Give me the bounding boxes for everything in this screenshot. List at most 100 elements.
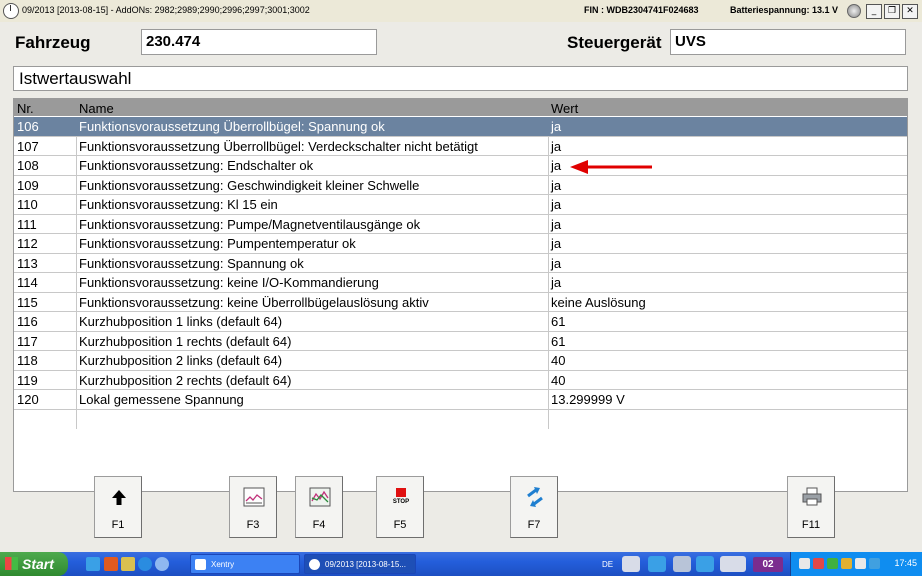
table-row[interactable]: 117 Kurzhubposition 1 rechts (default 64)… [14, 332, 907, 351]
cell-name: Funktionsvoraussetzung: Pumpentemperatur… [79, 236, 356, 251]
section-title: Istwertauswahl [13, 66, 908, 91]
start-label: Start [22, 556, 54, 572]
f7-label: F7 [527, 519, 541, 531]
clock: 17:45 [894, 558, 917, 568]
restore-button[interactable]: ❐ [884, 4, 900, 19]
table-header: Nr. Name Wert [14, 99, 907, 116]
vehicle-label: Fahrzeug [15, 33, 91, 52]
cell-nr: 120 [17, 392, 39, 407]
f11-label: F11 [801, 519, 821, 531]
stop-icon: STOP [390, 486, 412, 508]
cell-name: Funktionsvoraussetzung: Geschwindigkeit … [79, 177, 420, 193]
table-body: 106 Funktionsvoraussetzung Überrollbügel:… [14, 117, 907, 410]
cell-nr: 114 [17, 275, 38, 290]
table-row[interactable]: 119 Kurzhubposition 2 rechts (default 64)… [14, 371, 907, 390]
table-row[interactable]: 111 Funktionsvoraussetzung: Pumpe/Magnetv… [14, 215, 907, 234]
table-row[interactable]: 115 Funktionsvoraussetzung: keine Überrol… [14, 293, 907, 312]
tray-app-icon[interactable] [622, 556, 640, 572]
stop-icon-text: STOP [392, 499, 410, 505]
f7-button[interactable]: F7 [510, 476, 558, 538]
cell-nr: 113 [17, 255, 38, 271]
taskbar-item-xentry[interactable]: Xentry [190, 554, 300, 574]
table-row[interactable]: 107 Funktionsvoraussetzung Überrollbügel:… [14, 137, 907, 156]
cell-name: Funktionsvoraussetzung: keine I/O-Komman… [79, 275, 379, 290]
quicklaunch-pdf-icon[interactable] [104, 557, 118, 571]
f1-button[interactable]: F1 [94, 476, 142, 538]
cell-nr: 110 [17, 197, 38, 212]
cell-nr: 106 [17, 119, 39, 134]
cell-wert: keine Auslösung [551, 294, 646, 310]
f11-button[interactable]: F11 [787, 476, 835, 538]
quicklaunch-mail-icon[interactable] [121, 557, 135, 571]
tray-icon[interactable] [827, 558, 838, 569]
cell-wert: ja [551, 236, 562, 251]
minimize-button[interactable]: _ [866, 4, 882, 19]
multi-graph-icon [309, 487, 331, 507]
cell-nr: 107 [17, 138, 39, 154]
table-row[interactable]: 112 Funktionsvoraussetzung: Pumpentempera… [14, 234, 907, 254]
tray-icon[interactable] [799, 558, 810, 569]
tray-icon[interactable] [869, 558, 880, 569]
table-row[interactable]: 120 Lokal gemessene Spannung 13.299999 V [14, 390, 907, 410]
taskbar-item-das[interactable]: 09/2013 [2013-08-15... [304, 554, 416, 574]
main-window: Fahrzeug 230.474 Steuergerät UVS Istwert… [0, 22, 922, 552]
cell-wert: ja [551, 197, 562, 212]
close-button[interactable]: ✕ [902, 4, 918, 19]
column-header-nr: Nr. [17, 101, 34, 116]
tray-network-icon[interactable] [648, 556, 666, 572]
taskbar: Start Xentry 09/2013 [2013-08-15... DE 0… [0, 552, 922, 576]
cell-nr: 118 [17, 353, 38, 368]
f5-button[interactable]: STOP F5 [376, 476, 424, 538]
cell-wert: 13.299999 V [551, 392, 625, 407]
f3-label: F3 [246, 519, 260, 531]
f3-button[interactable]: F3 [229, 476, 277, 538]
tray-device-icon[interactable] [720, 556, 746, 572]
table-row[interactable]: 113 Funktionsvoraussetzung: Spannung ok ja [14, 254, 907, 273]
cell-wert: ja [551, 255, 562, 271]
ecu-field: UVS [670, 29, 906, 55]
language-indicator[interactable]: DE [602, 560, 613, 569]
tray-icon[interactable] [855, 558, 866, 569]
quicklaunch-desktop-icon[interactable] [86, 557, 100, 571]
windows-flag-icon [5, 557, 18, 570]
cell-wert: 40 [551, 372, 566, 388]
cell-name: Funktionsvoraussetzung: Kl 15 ein [79, 197, 278, 212]
tray-icon[interactable] [813, 558, 824, 569]
f4-label: F4 [312, 519, 326, 531]
table-row[interactable]: 110 Funktionsvoraussetzung: Kl 15 ein ja [14, 195, 907, 215]
arrow-up-icon [112, 490, 126, 505]
table-row[interactable]: 116 Kurzhubposition 1 links (default 64) 6… [14, 312, 907, 332]
tray-icon[interactable] [841, 558, 852, 569]
quicklaunch-media-icon[interactable] [155, 557, 169, 571]
cell-name: Funktionsvoraussetzung: Endschalter ok [79, 158, 314, 173]
table-row[interactable]: 109 Funktionsvoraussetzung: Geschwindigke… [14, 176, 907, 195]
cell-name: Funktionsvoraussetzung: keine Überrollbü… [79, 294, 429, 310]
quicklaunch-ie-icon[interactable] [138, 557, 152, 571]
table-row[interactable]: 108 Funktionsvoraussetzung: Endschalter o… [14, 156, 907, 176]
cell-wert: ja [551, 158, 562, 173]
tray-badge[interactable]: 02 [753, 557, 783, 572]
cell-nr: 112 [17, 236, 38, 251]
column-header-wert: Wert [551, 101, 579, 116]
tray-network2-icon[interactable] [696, 556, 714, 572]
start-button[interactable]: Start [0, 552, 68, 576]
table-row[interactable]: 118 Kurzhubposition 2 links (default 64) 4… [14, 351, 907, 371]
cell-name: Funktionsvoraussetzung Überrollbügel: Ve… [79, 138, 478, 154]
tray-pen-icon[interactable] [673, 556, 691, 572]
cell-nr: 108 [17, 158, 39, 173]
cell-name: Kurzhubposition 2 links (default 64) [79, 353, 283, 368]
table-row[interactable]: 106 Funktionsvoraussetzung Überrollbügel:… [14, 117, 907, 137]
graph-icon [243, 487, 265, 507]
cell-name: Kurzhubposition 1 rechts (default 64) [79, 333, 292, 349]
f4-button[interactable]: F4 [295, 476, 343, 538]
das-icon [309, 559, 320, 570]
cell-wert: ja [551, 216, 562, 232]
cell-nr: 111 [17, 216, 37, 232]
battery-voltage: Batteriespannung: 13.1 V [730, 5, 839, 15]
system-tray: 17:45 [790, 552, 922, 576]
swap-arrows-icon [527, 487, 543, 507]
cell-nr: 109 [17, 177, 39, 193]
cell-name: Kurzhubposition 1 links (default 64) [79, 314, 283, 329]
table-row[interactable]: 114 Funktionsvoraussetzung: keine I/O-Kom… [14, 273, 907, 293]
language-bar: DE 02 [598, 554, 788, 574]
